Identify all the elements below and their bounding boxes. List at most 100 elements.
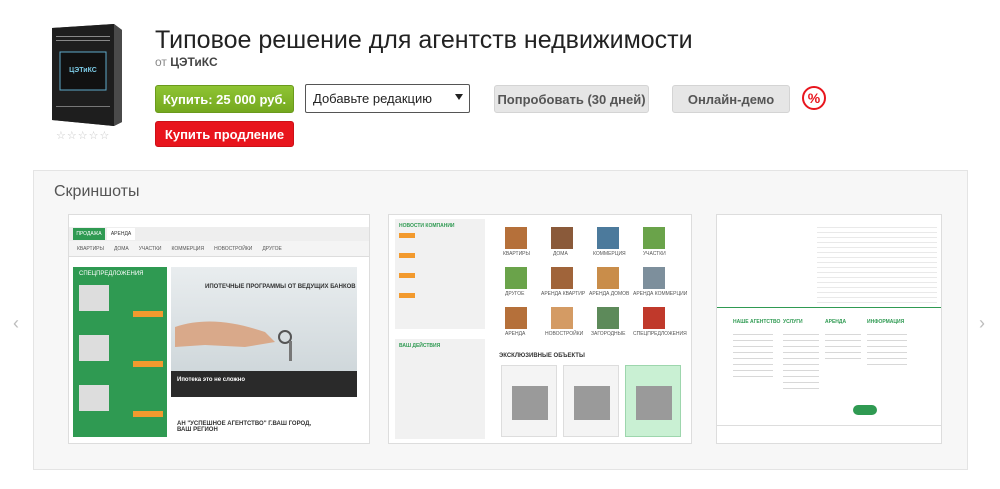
category-label: ДРУГОЕ (505, 291, 525, 297)
chevron-down-icon (455, 94, 463, 100)
category-label: АРЕНДА (505, 331, 526, 337)
date-badge (399, 253, 415, 258)
shot1-menu-item: КОММЕРЦИЯ (171, 245, 205, 252)
shot1-agency-text: АН "УСПЕШНОЕ АГЕНТСТВО" Г.ВАШ ГОРОД, ВАШ… (177, 421, 312, 433)
next-arrow-icon[interactable]: › (979, 313, 985, 334)
category-label: СПЕЦПРЕДЛОЖЕНИЯ (633, 331, 687, 337)
date-badge (399, 293, 415, 298)
exclusive-card (501, 365, 557, 437)
building-icon (597, 227, 619, 249)
building-icon (551, 307, 573, 329)
shot1-banner: ИПОТЕЧНЫЕ ПРОГРАММЫ ОТ ВЕДУЩИХ БАНКОВ Ип… (171, 267, 357, 397)
shot1-menu-item: ДОМА (113, 245, 129, 252)
shot1-tab-rent: АРЕНДА (107, 228, 135, 240)
star-icon[interactable]: ☆ (89, 131, 99, 142)
box-brand: ЦЭТиКС (69, 67, 97, 74)
hand-keys-image (175, 321, 292, 361)
category-label: ДОМА (553, 251, 568, 257)
prev-arrow-icon[interactable]: ‹ (13, 313, 19, 334)
product-page: ЦЭТиКС ☆ ☆ ☆ ☆ ☆ Типовое решение для аге… (0, 0, 1000, 489)
footer-links (825, 329, 861, 359)
price-badge (133, 411, 163, 417)
star-icon[interactable]: ☆ (78, 131, 88, 142)
star-icon[interactable]: ☆ (100, 131, 110, 142)
shot2-news: НОВОСТИ КОМПАНИИ (395, 219, 485, 329)
shot1-menu: КВАРТИРЫ ДОМА УЧАСТКИ КОММЕРЦИЯ НОВОСТРО… (69, 241, 369, 257)
category-label: АРЕНДА КВАРТИР (541, 291, 586, 297)
house-icon (643, 307, 665, 329)
date-badge (399, 233, 415, 238)
screenshot-thumbnail-2[interactable]: НОВОСТИ КОМПАНИИ ВАШ ДЕЙСТВИЯ КВАРТИРЫ Д… (388, 214, 692, 444)
screenshots-title: Скриншоты (54, 183, 140, 200)
category-label: АРЕНДА ДОМОВ (589, 291, 630, 297)
shot1-banner-title: ИПОТЕЧНЫЕ ПРОГРАММЫ ОТ ВЕДУЩИХ БАНКОВ (205, 284, 356, 290)
house-icon (597, 267, 619, 289)
category-label: КВАРТИРЫ (503, 251, 530, 257)
shot2-actions: ВАШ ДЕЙСТВИЯ (395, 339, 485, 439)
no-photo-image (79, 285, 109, 311)
shot1-tab-sale: ПРОДАЖА (73, 228, 105, 240)
discount-icon[interactable]: % (802, 86, 826, 110)
renew-button[interactable]: Купить продление (155, 121, 294, 147)
shot2-categories: КВАРТИРЫ ДОМА КОММЕРЦИЯ УЧАСТКИ ДРУГОЕ А… (493, 219, 688, 343)
shot1-banner-bar: Ипотека это не сложно (171, 371, 357, 397)
category-label: ЗАГОРОДНЫЕ (591, 331, 626, 337)
category-label: УЧАСТКИ (643, 251, 666, 257)
screenshots-panel: Скриншоты ‹ › ПРОДАЖА АРЕНДА КВАРТИРЫ ДО… (13, 170, 985, 470)
footer-col-title: НАШЕ АГЕНТСТВО (733, 319, 781, 325)
house-icon (505, 267, 527, 289)
footer-col-title: ИНФОРМАЦИЯ (867, 319, 905, 325)
no-photo-image (79, 335, 109, 361)
author-line: от ЦЭТиКС (155, 55, 218, 69)
author-link[interactable]: ЦЭТиКС (170, 55, 217, 69)
footer-links (867, 329, 907, 369)
star-icon[interactable]: ☆ (56, 131, 66, 142)
no-photo-image (79, 385, 109, 411)
category-label: НОВОСТРОЙКИ (545, 331, 584, 337)
building-icon (643, 267, 665, 289)
footer-links (733, 329, 773, 379)
price-badge (133, 361, 163, 367)
logo-icon (853, 405, 877, 415)
shot3-text-block (817, 223, 937, 303)
shot1-menu-item: КВАРТИРЫ (77, 245, 104, 252)
divider (717, 425, 941, 426)
shot1-menu-item: УЧАСТКИ (138, 245, 162, 252)
no-photo-image (512, 386, 548, 420)
house-icon (505, 307, 527, 329)
screenshot-thumbnail-3[interactable]: НАШЕ АГЕНТСТВО УСЛУГИ АРЕНДА ИНФОРМАЦИЯ (716, 214, 942, 444)
house-icon (505, 227, 527, 249)
house-icon (551, 227, 573, 249)
shot2-exclusive-title: ЭКСКЛЮЗИВНЫЕ ОБЪЕКТЫ (499, 353, 585, 359)
edition-select[interactable]: Добавьте редакцию (305, 84, 470, 113)
screenshot-thumbnail-1[interactable]: ПРОДАЖА АРЕНДА КВАРТИРЫ ДОМА УЧАСТКИ КОМ… (68, 214, 370, 444)
footer-col-title: УСЛУГИ (783, 319, 803, 325)
house-icon (597, 307, 619, 329)
date-badge (399, 273, 415, 278)
price-badge (133, 311, 163, 317)
no-photo-image (636, 386, 672, 420)
page-title: Типовое решение для агентств недвижимост… (155, 26, 693, 54)
land-icon (643, 227, 665, 249)
shot1-offers: СПЕЦПРЕДЛОЖЕНИЯ (73, 267, 167, 437)
rating-stars[interactable]: ☆ ☆ ☆ ☆ ☆ (56, 131, 109, 142)
shot2-actions-title: ВАШ ДЕЙСТВИЯ (399, 343, 441, 349)
exclusive-card (625, 365, 681, 437)
footer-links (783, 329, 819, 389)
exclusive-card (563, 365, 619, 437)
divider (717, 307, 941, 308)
demo-button[interactable]: Онлайн-демо (672, 85, 790, 113)
product-box-image: ЦЭТиКС (42, 22, 124, 128)
try-button[interactable]: Попробовать (30 дней) (494, 85, 649, 113)
buy-button[interactable]: Купить: 25 000 руб. (155, 85, 294, 113)
no-photo-image (574, 386, 610, 420)
shot1-banner-caption: Ипотека это не сложно (177, 377, 245, 383)
category-label: АРЕНДА КОММЕРЦИИ (633, 291, 688, 297)
category-label: КОММЕРЦИЯ (593, 251, 626, 257)
star-icon[interactable]: ☆ (67, 131, 77, 142)
shot2-news-title: НОВОСТИ КОМПАНИИ (399, 223, 455, 229)
edition-select-value: Добавьте редакцию (313, 91, 433, 106)
shot1-menu-item: НОВОСТРОЙКИ (214, 245, 253, 252)
footer-col-title: АРЕНДА (825, 319, 847, 325)
shot1-offers-title: СПЕЦПРЕДЛОЖЕНИЯ (79, 271, 144, 277)
